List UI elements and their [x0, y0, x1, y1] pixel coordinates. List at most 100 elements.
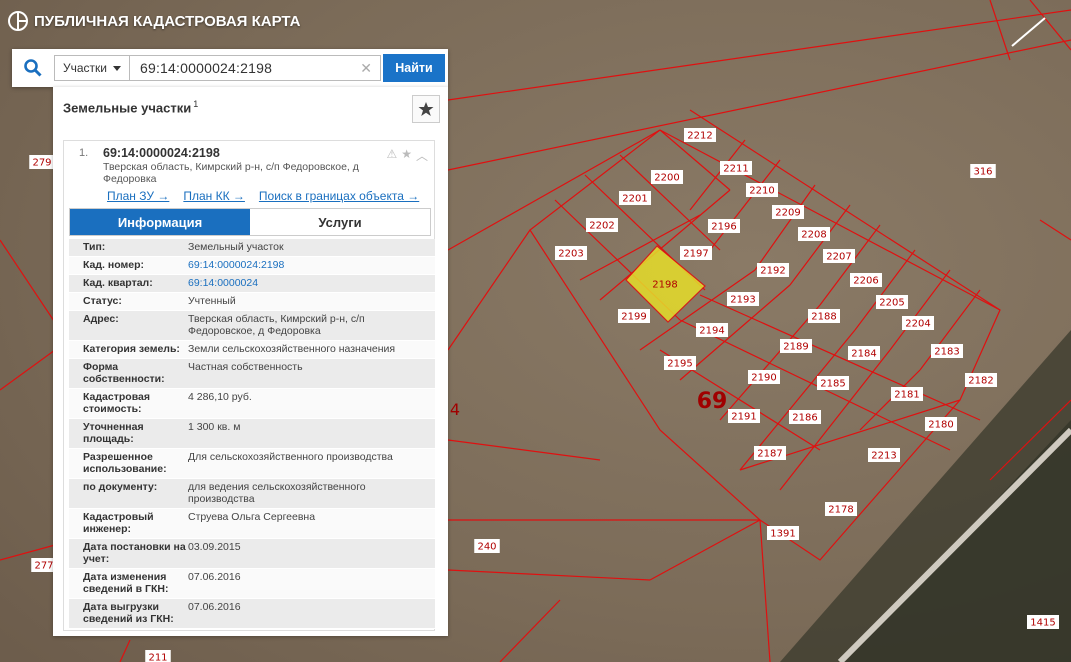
parcel-label[interactable]: 2205 [879, 298, 904, 309]
app-header: ПУБЛИЧНАЯ КАДАСТРОВАЯ КАРТА [8, 11, 300, 31]
info-table: Тип: Земельный участок Кад. номер: 69:14:00… [69, 239, 435, 629]
info-key: Адрес: [83, 313, 119, 325]
parcel-label[interactable]: 1391 [770, 529, 795, 540]
tab-info[interactable]: Информация [70, 209, 250, 235]
result-address: Тверская область, Кимрский р-н, с/п Федо… [103, 161, 359, 185]
plan-zu-link[interactable]: План ЗУ → [107, 189, 169, 203]
search-within-link[interactable]: Поиск в границах объекта → [259, 189, 419, 203]
parcel-label[interactable]: 2186 [792, 413, 817, 424]
plan-kk-link[interactable]: План КК → [183, 189, 245, 203]
info-row: Форма собственности: Частная собственност… [69, 359, 435, 389]
search-type-label: Участки [63, 61, 107, 75]
info-value: Учтенный [188, 295, 236, 307]
logo-icon [8, 11, 28, 31]
info-value[interactable]: 69:14:0000024:2198 [188, 259, 435, 271]
parcel-label[interactable]: 2211 [723, 164, 748, 175]
parcel-label[interactable]: 2183 [934, 347, 959, 358]
parcel-label[interactable]: 1415 [1030, 618, 1055, 629]
parcel-label[interactable]: 2212 [687, 131, 712, 142]
parcel-label[interactable]: 2204 [905, 319, 930, 330]
parcel-label[interactable]: 2180 [928, 420, 953, 431]
quarter-label-partial: 4 [450, 400, 460, 419]
favorite-button[interactable] [412, 95, 440, 123]
info-key: Статус: [83, 295, 122, 307]
parcel-label[interactable]: 2198 [652, 280, 677, 291]
parcel-label[interactable]: 2210 [749, 186, 774, 197]
parcel-label[interactable]: 2213 [871, 451, 896, 462]
parcel-label[interactable]: 2197 [683, 249, 708, 260]
parcel-label[interactable]: 2199 [621, 312, 646, 323]
info-row: Кадастровый инженер: Струева Ольга Сергее… [69, 509, 435, 539]
info-value: Частная собственность [188, 361, 303, 373]
search-query: 69:14:0000024:2198 [140, 60, 273, 76]
parcel-label[interactable]: 2181 [894, 390, 919, 401]
parcel-label[interactable]: 2187 [757, 449, 782, 460]
parcel-label[interactable]: 2201 [622, 194, 647, 205]
parcel-label[interactable]: 2209 [775, 208, 800, 219]
card-actions: ⚠ ★ ︿ [386, 147, 428, 164]
result-card: 1. 69:14:0000024:2198 Тверская область, … [63, 140, 435, 631]
info-value: для ведения сельскохозяйственного произв… [188, 481, 366, 505]
parcel-label[interactable]: 240 [477, 542, 496, 553]
info-row: Адрес: Тверская область, Кимрский р-н, с/… [69, 311, 435, 341]
info-row: Дата постановки на учет: 03.09.2015 [69, 539, 435, 569]
info-key: Кад. квартал: [83, 277, 153, 289]
panel-title: Земельные участки 1 [63, 99, 198, 115]
info-value: Для сельскохозяйственного производства [188, 451, 393, 463]
parcel-label[interactable]: 2200 [654, 173, 679, 184]
info-row: Категория земель: Земли сельскохозяйствен… [69, 341, 435, 359]
parcel-label[interactable]: 2178 [828, 505, 853, 516]
info-row: Уточненная площадь: 1 300 кв. м [69, 419, 435, 449]
info-key: Дата постановки на учет: [83, 541, 186, 565]
quarter-label: 69 [697, 389, 728, 414]
parcel-label[interactable]: 2206 [853, 276, 878, 287]
tab-services[interactable]: Услуги [250, 209, 430, 235]
parcel-label[interactable]: 2192 [760, 266, 785, 277]
parcel-label[interactable]: 279 [32, 158, 51, 169]
search-bar: Участки 69:14:0000024:2198 ✕ Найти [12, 49, 448, 87]
info-value: 07.06.2016 [188, 601, 241, 613]
result-number[interactable]: 69:14:0000024:2198 [103, 146, 220, 160]
parcel-label[interactable]: 2189 [783, 342, 808, 353]
info-key: Тип: [83, 241, 106, 253]
parcel-label[interactable]: 2191 [731, 412, 756, 423]
info-value: Тверская область, Кимрский р-н, с/п Федо… [188, 313, 365, 337]
info-value: Земельный участок [188, 241, 284, 253]
parcel-label[interactable]: 2203 [558, 249, 583, 260]
parcel-label[interactable]: 2202 [589, 221, 614, 232]
parcel-label[interactable]: 2185 [820, 379, 845, 390]
info-value: Земли сельскохозяйственного назначения [188, 343, 396, 355]
star-icon[interactable]: ★ [401, 147, 412, 164]
info-value[interactable]: 69:14:0000024 [188, 277, 435, 289]
info-key: Разрешенное использование: [83, 451, 167, 475]
info-key: Дата изменения сведений в ГКН: [83, 571, 169, 595]
parcel-label[interactable]: 2184 [851, 349, 876, 360]
info-key: Кад. номер: [83, 259, 145, 271]
parcel-label[interactable]: 316 [973, 167, 992, 178]
clear-icon[interactable]: ✕ [360, 60, 372, 77]
panel-title-text: Земельные участки [63, 100, 192, 116]
parcel-label[interactable]: 2196 [711, 222, 736, 233]
warning-icon[interactable]: ⚠ [386, 147, 397, 164]
parcel-label[interactable]: 2208 [801, 230, 826, 241]
search-icon[interactable] [12, 49, 54, 87]
search-type-select[interactable]: Участки [54, 55, 129, 81]
find-button[interactable]: Найти [383, 54, 445, 82]
parcel-label[interactable]: 2188 [811, 312, 836, 323]
parcel-label[interactable]: 211 [148, 653, 167, 662]
info-row: по документу: для ведения сельскохозяйств… [69, 479, 435, 509]
parcel-label[interactable]: 2194 [699, 326, 724, 337]
parcel-label[interactable]: 2182 [968, 376, 993, 387]
info-row: Кад. квартал: 69:14:0000024 [69, 275, 435, 293]
parcel-label[interactable]: 277 [34, 561, 53, 572]
search-input[interactable]: 69:14:0000024:2198 ✕ [129, 55, 381, 81]
parcel-label[interactable]: 2207 [826, 252, 851, 263]
star-icon [418, 102, 434, 116]
chevron-down-icon [113, 65, 121, 71]
parcel-label[interactable]: 2190 [751, 373, 776, 384]
parcel-label[interactable]: 2195 [667, 359, 692, 370]
result-links: План ЗУ → План КК → Поиск в границах объ… [107, 189, 419, 203]
chevron-up-icon[interactable]: ︿ [416, 147, 428, 164]
parcel-label[interactable]: 2193 [730, 295, 755, 306]
results-panel: Земельные участки 1 1. 69:14:0000024:2198… [53, 87, 448, 636]
